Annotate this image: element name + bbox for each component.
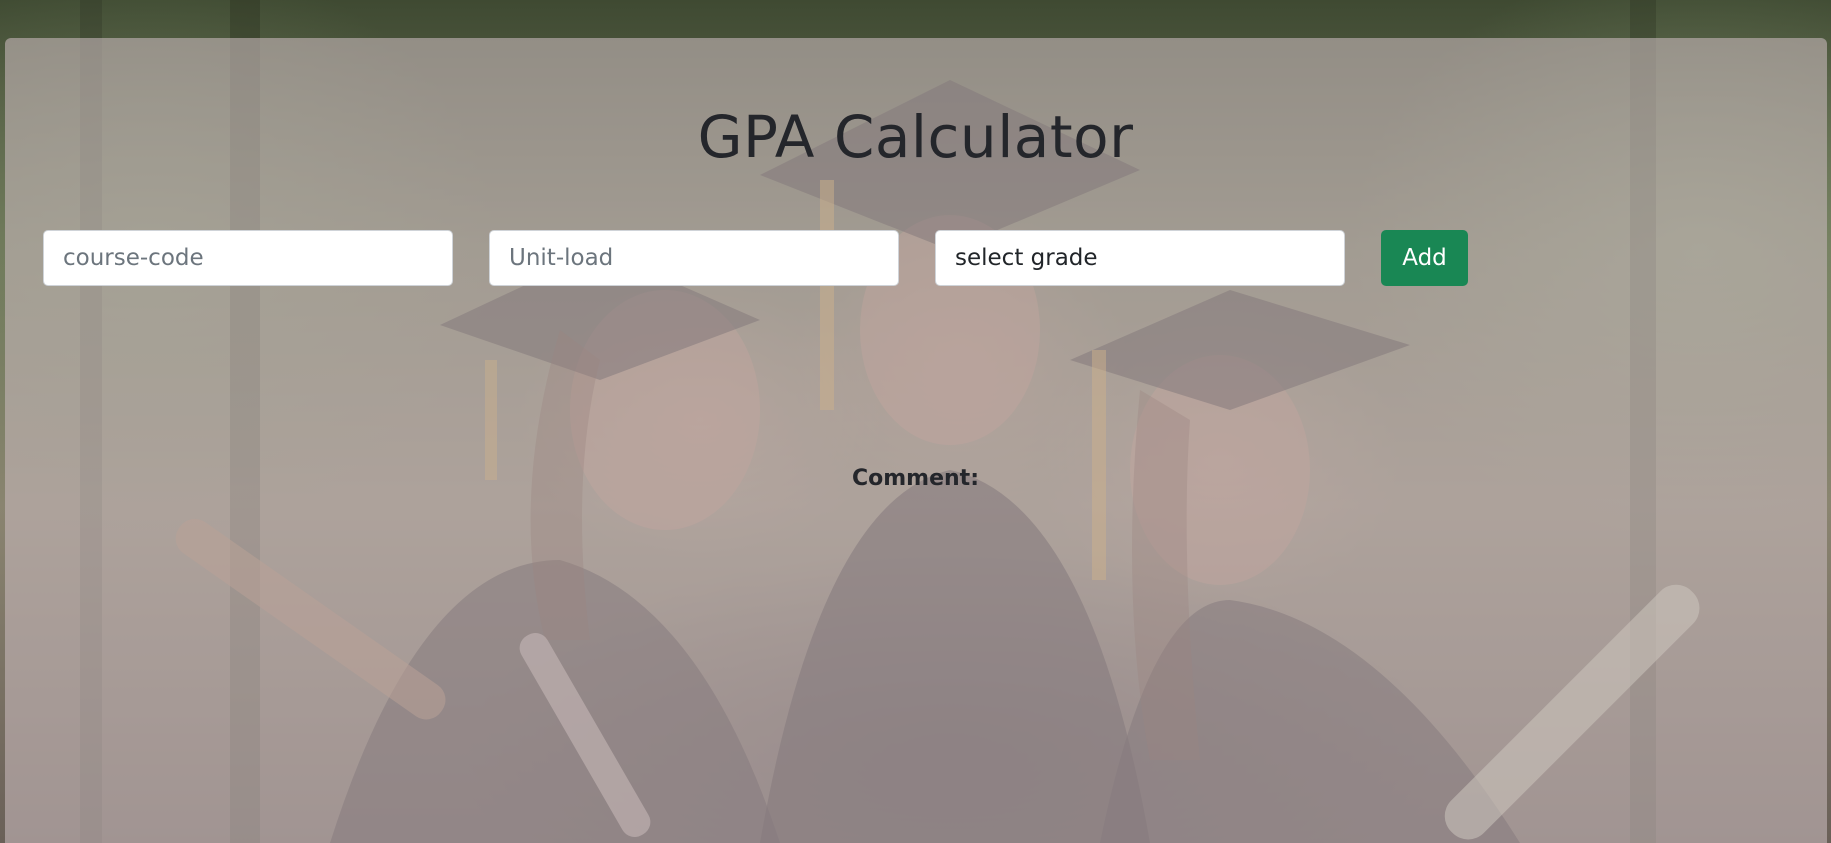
comment-label: Comment: [851,466,979,491]
add-button[interactable]: Add [1381,230,1468,286]
course-code-input[interactable] [43,230,453,286]
grade-select[interactable]: select grade [935,230,1345,286]
page-title: GPA Calculator [697,103,1134,171]
unit-load-input[interactable] [489,230,899,286]
